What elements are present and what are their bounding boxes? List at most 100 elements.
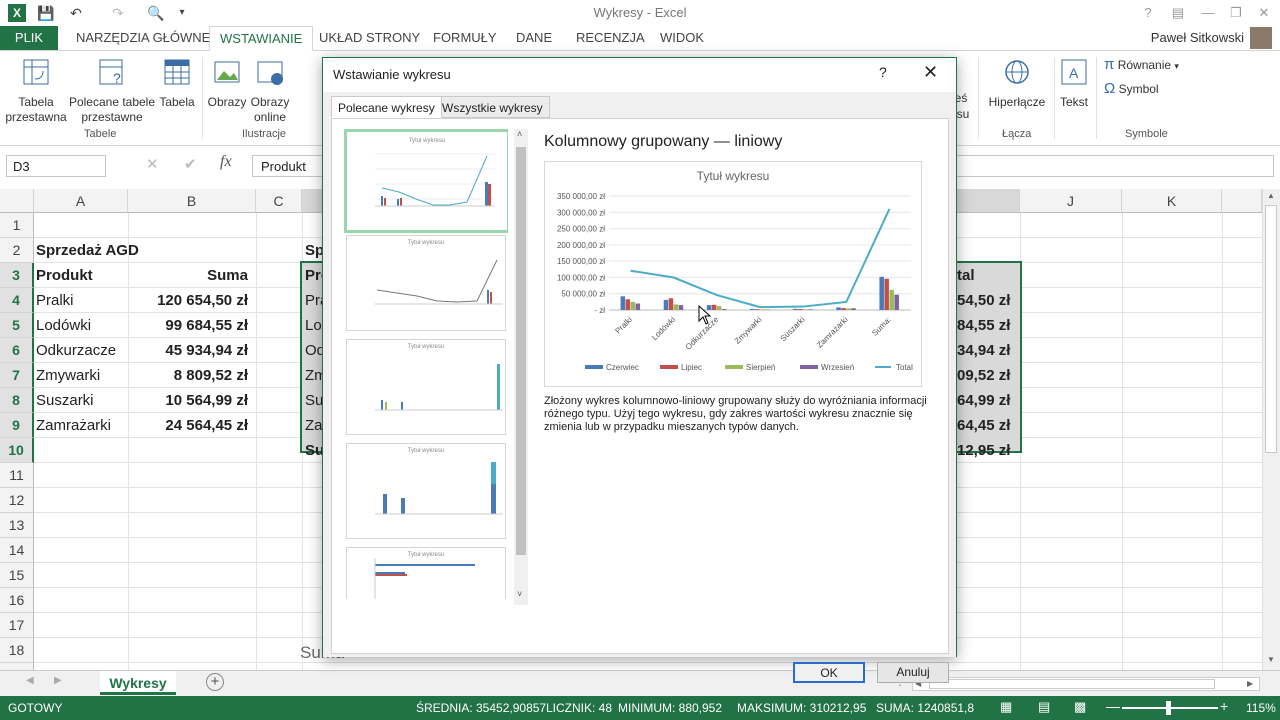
recommended-pivot-button[interactable]: ? Polecane tabele przestawne [68,57,156,125]
cell-product[interactable]: Odkurzacze [36,338,116,363]
tab-recommended-charts[interactable]: Polecane wykresy [331,96,442,118]
tab-plik[interactable]: PLIK [0,26,58,50]
tab-dane[interactable]: DANE [516,30,552,45]
cancel-icon[interactable]: ✕ [146,155,159,173]
pictures-button[interactable]: Obrazy [206,57,248,110]
row-header[interactable]: 3 [0,263,34,288]
dialog-close-icon[interactable]: ✕ [923,62,938,83]
dialog-help-icon[interactable]: ? [879,64,887,80]
horizontal-scroll-thumb[interactable] [929,679,1215,689]
row-header[interactable]: 2 [0,238,34,263]
minimize-icon[interactable]: — [1196,3,1220,23]
scroll-up-icon[interactable]: ˄ [517,129,522,139]
cell-partial-d[interactable]: Od [305,338,323,363]
cell-title[interactable]: Sprzedaż AGD [36,238,139,263]
thumbnails-scrollbar[interactable]: ˄ ˅ [514,129,528,605]
cell-partial-d[interactable]: Pra [305,288,323,313]
tab-formuly[interactable]: FORMUŁY [433,30,497,45]
row-header[interactable]: 9 [0,413,34,438]
row-header[interactable]: 4 [0,288,34,313]
cell-product[interactable]: Pralki [36,288,74,313]
row-header[interactable]: 18 [0,638,34,663]
text-button[interactable]: A Tekst [1056,57,1092,110]
row-header[interactable]: 16 [0,588,34,613]
close-window-icon[interactable]: ✕ [1252,3,1276,23]
column-header-a[interactable]: A [34,189,128,213]
tab-widok[interactable]: WIDOK [660,30,704,45]
cell-product[interactable]: Lodówki [36,313,91,338]
zoom-out-icon[interactable]: — [1106,698,1120,714]
cell-partial-d[interactable]: Pro [305,263,323,288]
next-sheet-icon[interactable]: ▶ [54,675,62,686]
tab-recenzja[interactable]: RECENZJA [576,30,645,45]
column-header-c[interactable]: C [256,189,302,213]
hyperlink-button[interactable]: Hiperłącze [984,57,1050,110]
cell-partial-d[interactable]: Su [305,388,323,413]
cell-partial-d[interactable]: Su [305,438,323,463]
normal-view-icon[interactable]: ▦ [1000,699,1012,715]
select-all-corner[interactable] [0,189,34,213]
tab-all-charts[interactable]: Wszystkie wykresy [435,96,550,118]
thumbnails-scroll-thumb[interactable] [516,147,526,555]
column-header-j[interactable]: J [1020,189,1122,213]
cell-partial-i[interactable]: 12,95 zł [957,438,1019,463]
zoom-slider-thumb[interactable] [1166,701,1171,715]
row-header[interactable]: 13 [0,513,34,538]
column-header-i[interactable] [956,189,1020,213]
cell-sum[interactable]: 99 684,55 zł [128,313,256,338]
cell-partial-d[interactable]: Lod [305,313,323,338]
symbol-button[interactable]: Ω Symbol [1104,81,1159,97]
chart-thumbnail[interactable]: Tytuł wykresu [344,129,508,233]
add-sheet-icon[interactable]: + [206,673,224,691]
column-header-b[interactable]: B [128,189,256,213]
cell-partial-i[interactable]: 34,94 zł [957,338,1019,363]
cell-product[interactable]: Zmywarki [36,363,100,388]
horizontal-scrollbar[interactable]: ◀ ▶ [912,677,1260,691]
cell-header-suma[interactable]: Suma [128,263,256,288]
row-header[interactable]: 6 [0,338,34,363]
row-header[interactable]: 14 [0,538,34,563]
equation-button[interactable]: π Równanie ▾ [1104,57,1179,74]
ok-button[interactable]: OK [793,662,865,683]
scroll-right-icon[interactable]: ▶ [1247,678,1253,690]
row-header[interactable]: 10 [0,438,34,463]
insert-function-icon[interactable]: fx [220,153,232,171]
cell-sum[interactable]: 45 934,94 zł [128,338,256,363]
cell-sum[interactable]: 120 654,50 zł [128,288,256,313]
row-header[interactable]: 15 [0,563,34,588]
tab-wstawianie[interactable]: WSTAWIANIE [209,26,314,51]
avatar[interactable] [1250,27,1272,49]
cell-sum[interactable]: 10 564,99 zł [128,388,256,413]
cell-product[interactable]: Zamrażarki [36,413,111,438]
scroll-down-icon[interactable]: ˅ [517,589,522,599]
cell-partial-i[interactable]: 09,52 zł [957,363,1019,388]
row-header[interactable]: 8 [0,388,34,413]
column-header-k[interactable]: K [1122,189,1222,213]
cell-partial-d[interactable]: Zm [305,363,323,388]
online-pictures-button[interactable]: Obrazy online [248,57,292,125]
restore-icon[interactable]: ❐ [1224,3,1248,23]
zoom-in-icon[interactable]: + [1220,698,1228,714]
row-header[interactable]: 17 [0,613,34,638]
cell-partial-d[interactable]: Zar [305,413,323,438]
user-name[interactable]: Paweł Sitkowski [1151,30,1244,45]
prev-sheet-icon[interactable]: ◀ [26,675,34,686]
vertical-scroll-thumb[interactable] [1265,205,1277,453]
tab-narzedzia-glowne[interactable]: NARZĘDZIA GŁÓWNE [76,30,210,45]
cell-product[interactable]: Suszarki [36,388,94,413]
row-header[interactable]: 11 [0,463,34,488]
ribbon-display-icon[interactable]: ▤ [1166,3,1190,23]
row-header[interactable]: 7 [0,363,34,388]
vertical-scrollbar[interactable]: ▲ ▼ [1262,189,1280,670]
page-break-icon[interactable]: ▩ [1074,699,1086,715]
row-header[interactable]: 5 [0,313,34,338]
row-header[interactable]: 19 [0,663,34,670]
chart-thumbnail[interactable]: Tytuł wykresu [346,235,506,331]
help-icon[interactable]: ? [1136,3,1160,23]
column-header-d[interactable] [302,189,322,213]
enter-icon[interactable]: ✔ [184,155,197,173]
name-box[interactable]: D3 [6,155,106,177]
cell-partial-i[interactable]: 84,55 zł [957,313,1019,338]
column-header-l[interactable] [1222,189,1262,213]
page-layout-icon[interactable]: ▤ [1038,699,1050,715]
